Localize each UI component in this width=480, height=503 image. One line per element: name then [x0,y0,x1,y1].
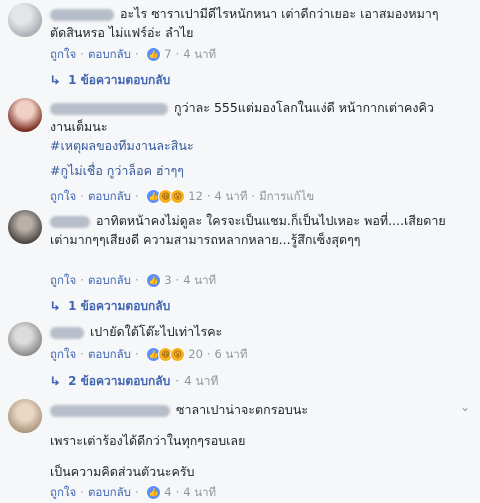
timestamp[interactable]: 4 นาที [183,485,216,499]
author-name[interactable] [50,326,84,339]
comment-text: เป็นความคิดส่วนตัวนะครับ [50,464,195,479]
edited-label[interactable]: มีการแก้ไข [259,189,314,203]
like-link[interactable]: ถูกใจ [50,189,76,203]
replies-count: 2 ข้อความตอบกลับ [68,374,171,388]
reply-link[interactable]: ตอบกลับ [88,347,131,361]
reaction-count: 20 [188,347,203,361]
chevron-down-icon[interactable]: ⌄ [460,400,470,414]
reply-arrow-icon: ↳ [48,374,62,388]
replies-count: 1 ข้อความตอบกลับ [68,73,171,87]
view-replies-link[interactable]: ↳ 1 ข้อความตอบกลับ [48,71,171,90]
reactions[interactable]: 👍 😆 😮 [146,189,186,204]
comment-meta: ถูกใจ · ตอบกลับ · 👍 7 · 4 นาที [50,47,217,62]
reply-arrow-icon: ↳ [48,73,62,87]
comment-meta: ถูกใจ · ตอบกลับ · 👍 3 · 4 นาที [50,273,217,288]
hashtag-link[interactable]: #กูไม่เชื่อ กูว่าล็อค ฮ่าๆๆ [50,163,184,178]
timestamp[interactable]: 4 นาที [183,47,216,61]
comment-text: เพราะเต่าร้องได้ดีกว่าในทุกๆรอบเลย [50,433,246,448]
thumbs-up-icon: 👍 [146,485,162,500]
comment-body: กูว่าละ 555แต่มองโลกในแง่ดี หน้ากากเต่าค… [50,98,450,180]
reaction-count: 3 [164,273,172,287]
reply-link[interactable]: ตอบกลับ [88,47,131,61]
avatar[interactable] [8,322,42,356]
comment-meta: ถูกใจ · ตอบกลับ · 👍 😆 😮 12 · 4 นาที · มีการแก้ไข [50,189,315,204]
replies-timestamp: 4 นาที [184,374,219,388]
comment-meta: ถูกใจ · ตอบกลับ · 👍 😆 😮 20 · 6 นาที [50,347,248,362]
author-name[interactable] [50,215,90,228]
replies-count: 1 ข้อความตอบกลับ [68,299,171,313]
hashtag-link[interactable]: #เหตุผลของทีมงานละสินะ [50,138,194,153]
reactions[interactable]: 👍 [146,273,162,288]
reactions[interactable]: 👍 [146,485,162,500]
avatar[interactable] [8,210,42,244]
reactions[interactable]: 👍 [146,47,162,62]
like-link[interactable]: ถูกใจ [50,347,76,361]
comment-body: เปายัดใต้โต๊ะไปเท่าไรคะ [50,322,450,341]
author-name[interactable] [50,404,170,417]
reply-link[interactable]: ตอบกลับ [88,485,131,499]
view-replies-link[interactable]: ↳ 2 ข้อความตอบกลับ · 4 นาที [48,372,219,391]
reply-link[interactable]: ตอบกลับ [88,189,131,203]
reply-arrow-icon: ↳ [48,299,62,313]
like-link[interactable]: ถูกใจ [50,273,76,287]
comment-text: ซาลาเปาน่าจะตกรอบนะ [176,402,309,417]
comment-body: ซาลาเปาน่าจะตกรอบนะ เพราะเต่าร้องได้ดีกว… [50,400,450,481]
reply-link[interactable]: ตอบกลับ [88,273,131,287]
thumbs-up-icon: 👍 [146,47,162,62]
reactions[interactable]: 👍 😆 😮 [146,347,186,362]
timestamp[interactable]: 4 นาที [215,189,248,203]
comment-body: อะไร ซาราเปามีดีไรหนักหนา เต่าดีกว่าเยอะ… [50,4,450,42]
surprised-face-icon: 😮 [170,189,186,204]
avatar[interactable] [8,98,42,132]
comment-text: อาทิตหน้าคงไม่ดูละ ใครจะเป็นแชม.ก็เป็นไป… [50,213,446,247]
timestamp[interactable]: 4 นาที [183,273,216,287]
reaction-count: 4 [164,485,172,499]
thumbs-up-icon: 👍 [146,273,162,288]
view-replies-link[interactable]: ↳ 1 ข้อความตอบกลับ [48,297,171,316]
comment-body: อาทิตหน้าคงไม่ดูละ ใครจะเป็นแชม.ก็เป็นไป… [50,211,450,249]
reaction-count: 7 [164,47,172,61]
avatar[interactable] [8,399,42,433]
timestamp[interactable]: 6 นาที [215,347,248,361]
comment-text: เปายัดใต้โต๊ะไปเท่าไรคะ [90,324,223,339]
author-name[interactable] [50,102,168,115]
comment-meta: ถูกใจ · ตอบกลับ · 👍 4 · 4 นาที [50,485,217,500]
author-name[interactable] [50,8,114,21]
like-link[interactable]: ถูกใจ [50,485,76,499]
reaction-count: 12 [188,189,203,203]
surprised-face-icon: 😮 [170,347,186,362]
like-link[interactable]: ถูกใจ [50,47,76,61]
avatar[interactable] [8,3,42,37]
